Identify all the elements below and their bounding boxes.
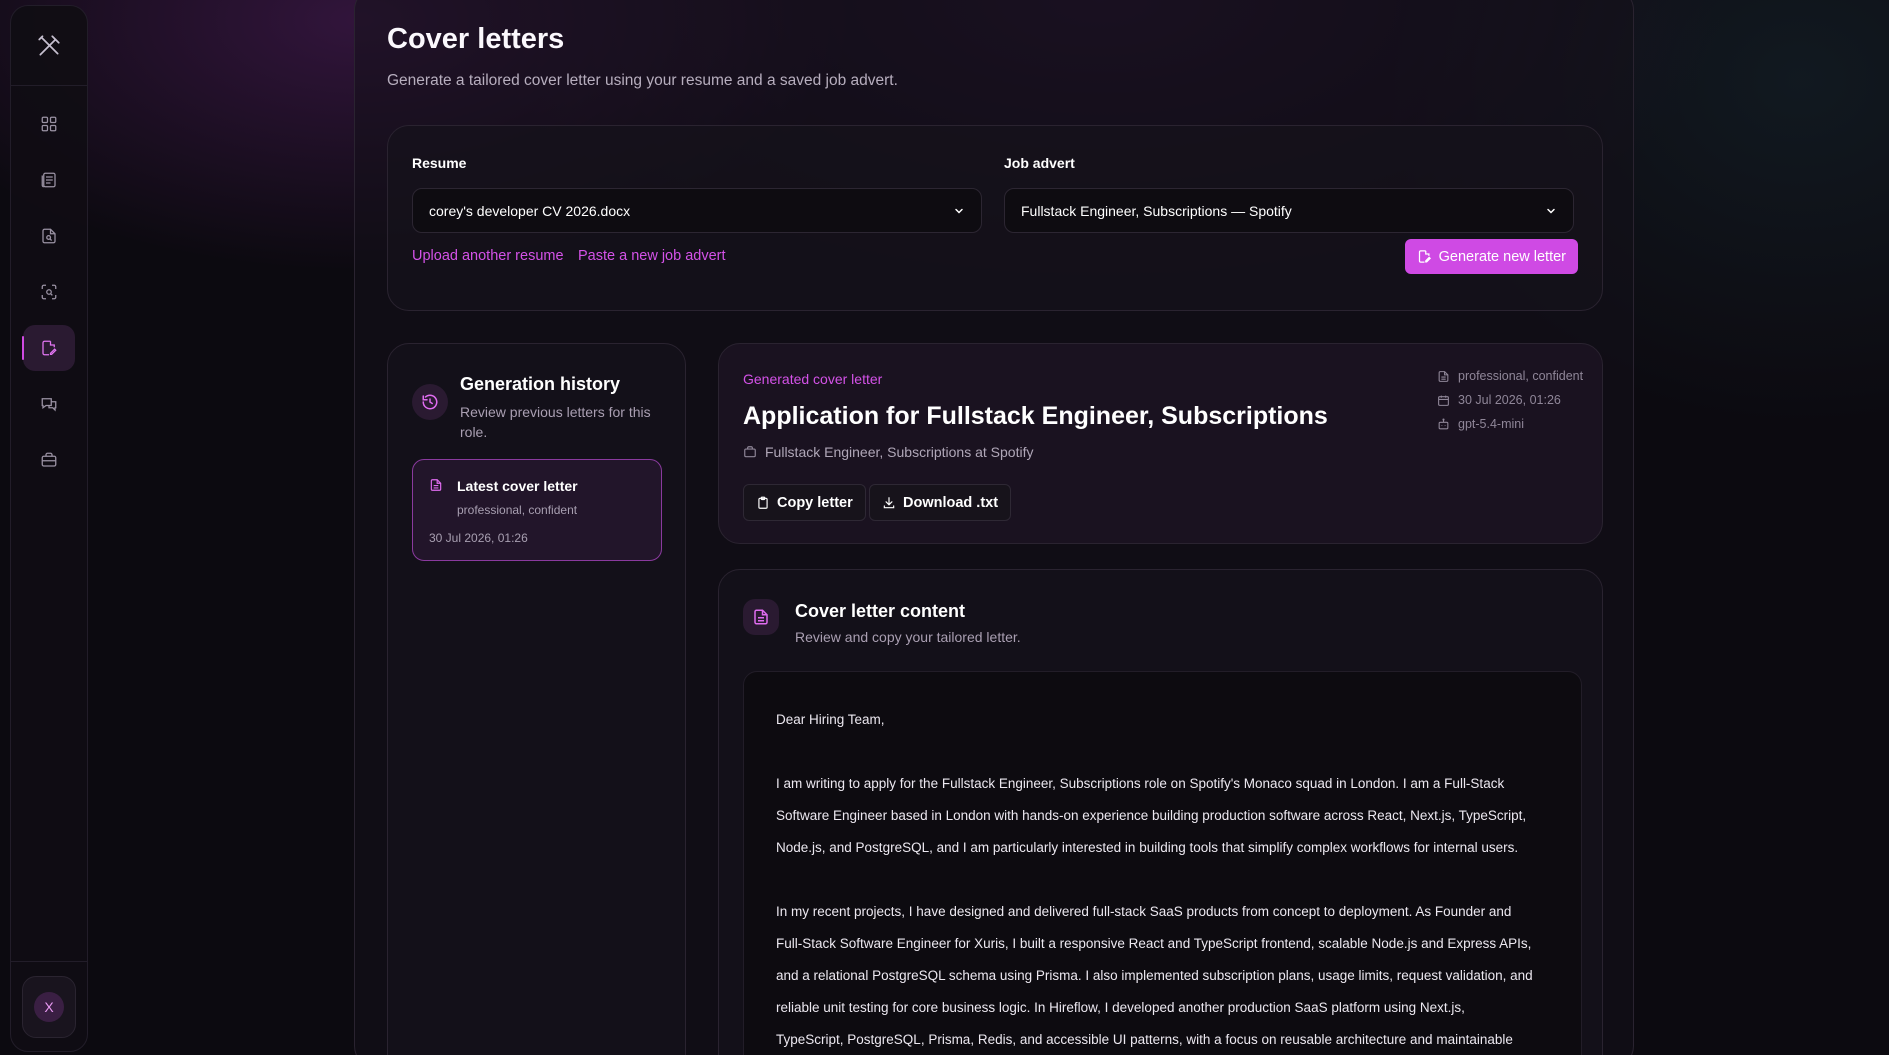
resume-search-icon bbox=[40, 227, 58, 245]
sidebar-footer: X bbox=[11, 961, 87, 1051]
role-line-text: Fullstack Engineer, Subscriptions at Spo… bbox=[765, 444, 1034, 460]
job-advert-label: Job advert bbox=[1004, 155, 1075, 171]
letter-paragraph-1: I am writing to apply for the Fullstack … bbox=[776, 776, 1527, 855]
dashboard-icon bbox=[40, 115, 58, 133]
letter-body[interactable]: Dear Hiring Team, I am writing to apply … bbox=[743, 671, 1582, 1055]
history-title: Generation history bbox=[460, 374, 621, 394]
history-item-tone: professional, confident bbox=[457, 503, 578, 517]
meta-model-text: gpt-5.4-mini bbox=[1458, 417, 1524, 431]
content-subtitle: Review and copy your tailored letter. bbox=[795, 629, 1021, 645]
paste-job-advert-link[interactable]: Paste a new job advert bbox=[578, 248, 726, 264]
resume-select-value: corey's developer CV 2026.docx bbox=[429, 202, 631, 219]
cover-letter-icon bbox=[40, 339, 58, 357]
copy-letter-label: Copy letter bbox=[777, 494, 853, 511]
chevron-down-icon bbox=[1545, 205, 1557, 217]
letter-greeting: Dear Hiring Team, bbox=[776, 712, 885, 727]
resume-select[interactable]: corey's developer CV 2026.docx bbox=[412, 188, 982, 233]
main-panel: Cover letters Generate a tailored cover … bbox=[354, 0, 1634, 1055]
download-icon bbox=[882, 496, 896, 510]
app-logo[interactable] bbox=[11, 6, 87, 86]
sidebar-item-scan[interactable] bbox=[23, 269, 75, 315]
avatar[interactable]: X bbox=[34, 991, 64, 1022]
resume-label: Resume bbox=[412, 155, 467, 171]
resumes-icon bbox=[40, 171, 58, 189]
generated-label: Generated cover letter bbox=[743, 371, 883, 387]
generate-letter-label: Generate new letter bbox=[1438, 248, 1566, 265]
sidebar-item-cover-letters[interactable] bbox=[22, 325, 75, 371]
generate-letter-button[interactable]: Generate new letter bbox=[1404, 239, 1578, 274]
sidebar-item-dashboard[interactable] bbox=[23, 101, 75, 147]
document-icon bbox=[429, 478, 443, 492]
crossed-tools-icon bbox=[36, 33, 62, 59]
upload-resume-link[interactable]: Upload another resume bbox=[412, 248, 564, 264]
meta-tone-text: professional, confident bbox=[1458, 369, 1584, 383]
letter-meta: professional, confident 30 Jul 2026, 01:… bbox=[1437, 364, 1583, 436]
history-subtitle: Review previous letters for this role. bbox=[460, 404, 651, 440]
sidebar: X bbox=[10, 5, 88, 1052]
generated-letter-card: Generated cover letter Application for F… bbox=[718, 343, 1603, 544]
job-advert-select-value: Fullstack Engineer, Subscriptions — Spot… bbox=[1021, 202, 1292, 219]
clipboard-icon bbox=[756, 496, 770, 510]
content-title: Cover letter content bbox=[795, 601, 966, 621]
calendar-icon bbox=[1437, 394, 1450, 407]
sidebar-nav bbox=[11, 101, 87, 493]
meta-date: 30 Jul 2026, 01:26 bbox=[1437, 388, 1583, 412]
generation-history-card: Generation history Review previous lette… bbox=[387, 343, 686, 1055]
page-subtitle: Generate a tailored cover letter using y… bbox=[387, 72, 898, 89]
history-item[interactable]: Latest cover letter professional, confid… bbox=[412, 459, 662, 561]
meta-tone: professional, confident bbox=[1437, 364, 1583, 388]
scan-icon bbox=[40, 283, 58, 301]
letter-text: Dear Hiring Team, I am writing to apply … bbox=[776, 704, 1556, 1055]
page-title: Cover letters bbox=[387, 23, 565, 55]
job-advert-select[interactable]: Fullstack Engineer, Subscriptions — Spot… bbox=[1004, 188, 1574, 233]
robot-icon bbox=[1437, 418, 1450, 431]
selector-card: Resume corey's developer CV 2026.docx Jo… bbox=[387, 125, 1603, 311]
history-item-date: 30 Jul 2026, 01:26 bbox=[429, 531, 528, 545]
user-menu[interactable]: X bbox=[22, 975, 76, 1038]
meta-date-text: 30 Jul 2026, 01:26 bbox=[1458, 393, 1561, 407]
letter-content-card: Cover letter content Review and copy you… bbox=[718, 569, 1603, 1055]
chat-icon bbox=[40, 395, 58, 413]
sidebar-item-chat[interactable] bbox=[23, 381, 75, 427]
download-txt-label: Download .txt bbox=[903, 494, 999, 511]
letter-paragraph-2: In my recent projects, I have designed a… bbox=[776, 904, 1533, 1047]
document-icon bbox=[1437, 370, 1450, 383]
chevron-down-icon bbox=[953, 205, 965, 217]
sidebar-item-resumes[interactable] bbox=[23, 157, 75, 203]
document-icon bbox=[743, 599, 779, 635]
meta-model: gpt-5.4-mini bbox=[1437, 412, 1583, 436]
briefcase-icon bbox=[743, 445, 757, 459]
copy-letter-button[interactable]: Copy letter bbox=[743, 484, 866, 521]
history-item-title: Latest cover letter bbox=[457, 478, 578, 494]
sidebar-item-resume-search[interactable] bbox=[23, 213, 75, 259]
role-line: Fullstack Engineer, Subscriptions at Spo… bbox=[743, 444, 1033, 460]
edit-document-icon bbox=[1417, 249, 1432, 264]
generated-title: Application for Fullstack Engineer, Subs… bbox=[743, 402, 1328, 430]
briefcase-icon bbox=[40, 451, 58, 469]
history-icon bbox=[412, 384, 448, 420]
sidebar-item-jobs[interactable] bbox=[23, 437, 75, 483]
download-txt-button[interactable]: Download .txt bbox=[869, 484, 1012, 521]
